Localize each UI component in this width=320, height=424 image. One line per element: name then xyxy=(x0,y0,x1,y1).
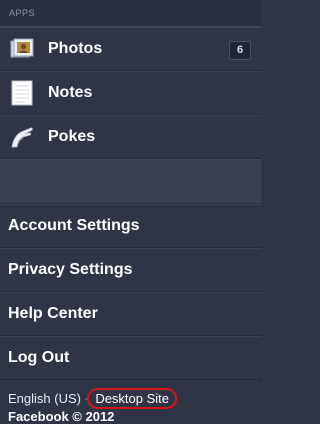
pokes-icon xyxy=(9,124,35,150)
desktop-site-link[interactable]: Desktop Site xyxy=(87,388,178,409)
notes-icon xyxy=(9,80,35,106)
photos-count-badge: 6 xyxy=(229,41,251,60)
app-item-label: Notes xyxy=(48,84,93,101)
menu-item-help-center[interactable]: Help Center xyxy=(0,292,261,336)
footer-links: English (US) · Desktop Site xyxy=(8,388,261,409)
menu-item-account-settings[interactable]: Account Settings xyxy=(0,204,261,248)
footer: English (US) · Desktop Site Facebook © 2… xyxy=(0,380,261,424)
app-item-notes[interactable]: Notes xyxy=(0,71,261,115)
section-divider xyxy=(0,159,261,204)
copyright-text: Facebook © 2012 xyxy=(8,409,115,424)
menu-item-privacy-settings[interactable]: Privacy Settings xyxy=(0,248,261,292)
app-item-photos[interactable]: Photos 6 xyxy=(0,27,261,71)
photos-icon xyxy=(9,36,35,62)
menu-item-label: Account Settings xyxy=(8,217,140,234)
apps-section-header: APPS xyxy=(0,0,261,27)
app-item-label: Pokes xyxy=(48,128,96,145)
language-link[interactable]: English (US) xyxy=(8,391,81,406)
menu-item-log-out[interactable]: Log Out xyxy=(0,336,261,380)
menu-item-label: Help Center xyxy=(8,305,98,322)
menu-item-label: Log Out xyxy=(8,349,70,366)
side-menu: APPS Photos 6 Notes Pokes Account Settin… xyxy=(0,0,261,424)
app-item-pokes[interactable]: Pokes xyxy=(0,115,261,159)
app-item-label: Photos xyxy=(48,40,103,57)
menu-item-label: Privacy Settings xyxy=(8,261,133,278)
